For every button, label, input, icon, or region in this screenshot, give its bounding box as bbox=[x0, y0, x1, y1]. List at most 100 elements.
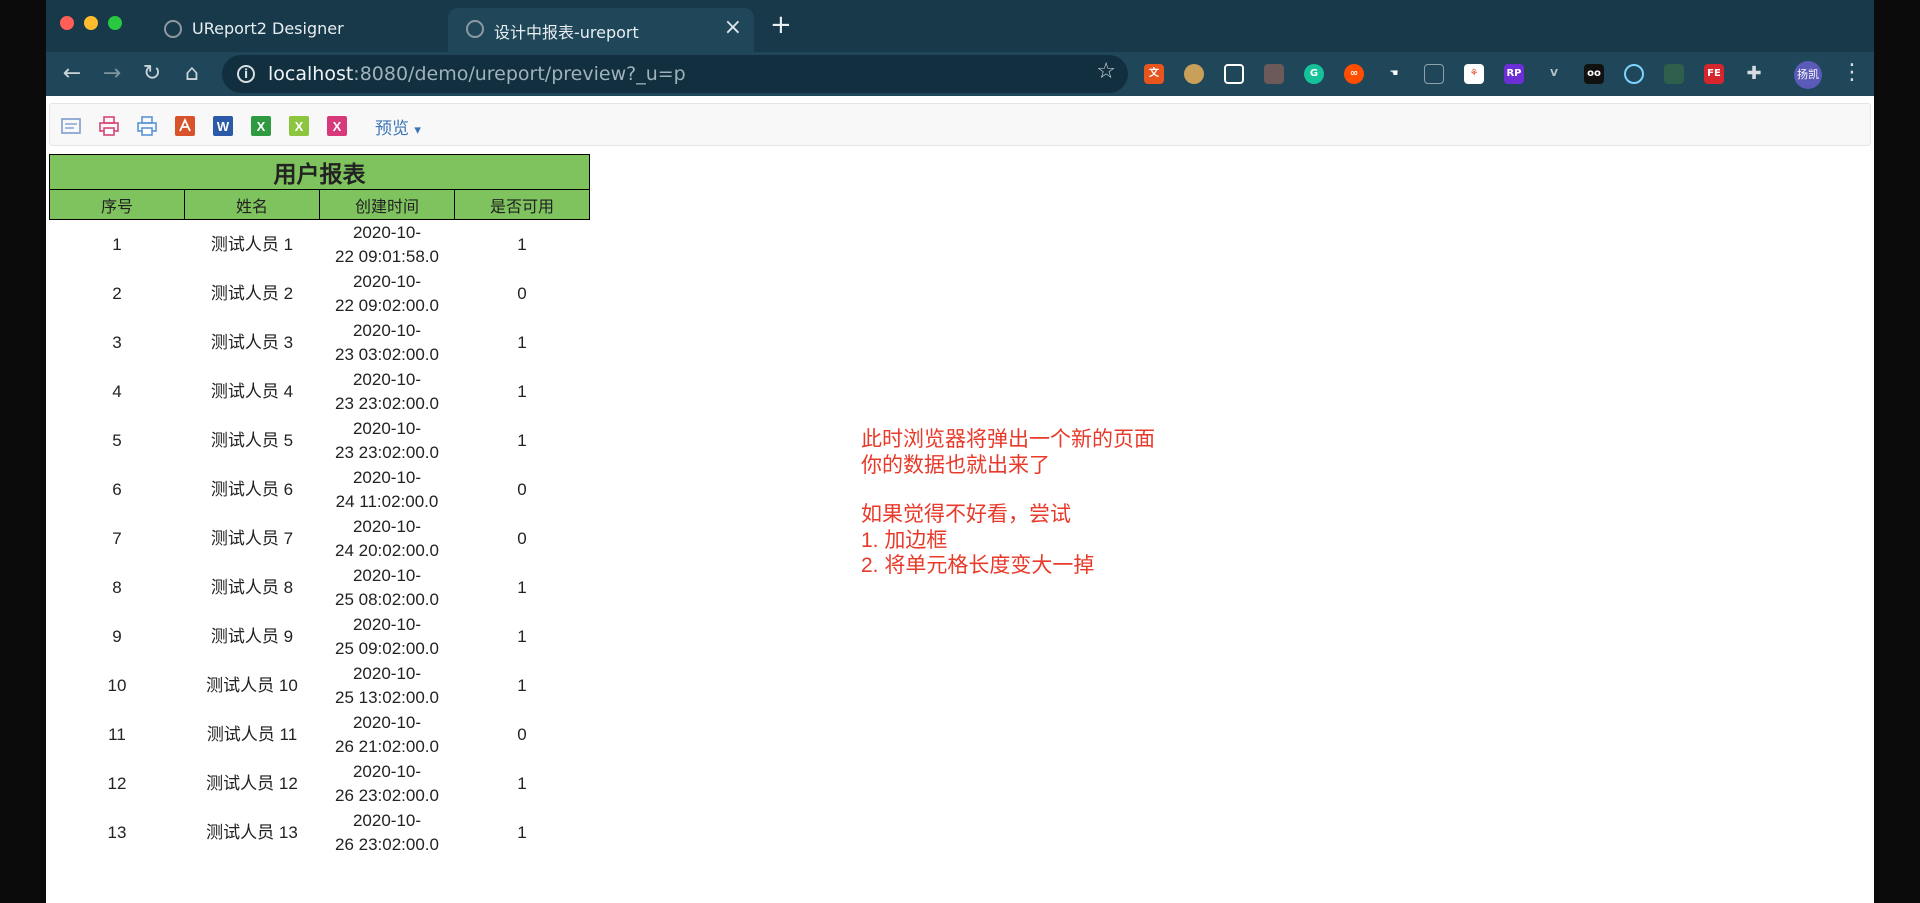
created-date: 2020-10- bbox=[352, 468, 422, 487]
cell-enabled: 0 bbox=[517, 529, 527, 548]
annotation-line: 1. 加边框 bbox=[861, 528, 948, 552]
svg-text:W: W bbox=[217, 119, 230, 134]
circle-extension-icon[interactable] bbox=[1624, 64, 1644, 84]
cell-id: 9 bbox=[112, 627, 122, 646]
reload-icon[interactable]: ↻ bbox=[138, 60, 166, 88]
rp-extension-icon[interactable]: RP bbox=[1504, 64, 1524, 84]
cell-created: 2020-10- 23 03:02:00.0 bbox=[320, 318, 455, 367]
report-toolbar: W X X X 预览 ▾ bbox=[49, 103, 1871, 146]
cell-created: 2020-10- 25 08:02:00.0 bbox=[320, 563, 455, 612]
cell-created: 2020-10- 25 13:02:00.0 bbox=[320, 661, 455, 710]
infinity-extension-icon[interactable]: ∞ bbox=[1344, 64, 1364, 84]
back-icon[interactable]: ← bbox=[58, 60, 86, 88]
diamond-extension-icon[interactable] bbox=[1224, 64, 1244, 84]
url-host: localhost bbox=[268, 63, 354, 85]
page-setup-icon[interactable] bbox=[60, 115, 82, 137]
excel-paging-export-icon[interactable]: X bbox=[288, 115, 310, 137]
cell-enabled: 1 bbox=[517, 578, 527, 597]
table-row: 2 测试人员 2 2020-10- 22 09:02:00.0 0 bbox=[50, 269, 590, 318]
cell-name: 测试人员 1 bbox=[210, 235, 294, 254]
created-time: 26 21:02:00.0 bbox=[335, 737, 439, 756]
home-icon[interactable]: ⌂ bbox=[178, 60, 206, 88]
cell-enabled: 0 bbox=[517, 480, 527, 499]
bookmark-star-icon[interactable]: ☆ bbox=[1096, 59, 1116, 84]
globe-icon bbox=[164, 20, 182, 38]
address-bar[interactable]: i localhost:8080/demo/ureport/preview?_u… bbox=[222, 55, 1128, 93]
created-date: 2020-10- bbox=[352, 762, 422, 781]
phone-extension-icon[interactable] bbox=[1664, 64, 1684, 84]
created-time: 25 13:02:00.0 bbox=[335, 688, 439, 707]
created-date: 2020-10- bbox=[352, 664, 422, 683]
profile-avatar[interactable]: 扬凯 bbox=[1794, 61, 1822, 89]
info-icon[interactable]: i bbox=[237, 65, 255, 83]
table-row: 13 测试人员 13 2020-10- 26 23:02:00.0 1 bbox=[50, 808, 590, 857]
close-window-button[interactable] bbox=[60, 16, 74, 30]
video-extension-icon[interactable] bbox=[1264, 64, 1284, 84]
created-date: 2020-10- bbox=[352, 419, 422, 438]
cell-name: 测试人员 3 bbox=[210, 333, 294, 352]
grammarly-extension-icon[interactable]: G bbox=[1304, 64, 1324, 84]
preview-dropdown[interactable]: 预览 ▾ bbox=[375, 114, 421, 139]
fe-extension-icon[interactable]: FE bbox=[1704, 64, 1724, 84]
cell-created: 2020-10- 23 23:02:00.0 bbox=[320, 416, 455, 465]
excel-sheet-export-icon[interactable]: X bbox=[326, 115, 348, 137]
cell-id: 10 bbox=[107, 676, 127, 695]
cell-id: 3 bbox=[112, 333, 122, 352]
cell-name: 测试人员 5 bbox=[210, 431, 294, 450]
tab-title: UReport2 Designer bbox=[192, 19, 344, 38]
created-time: 23 23:02:00.0 bbox=[335, 394, 439, 413]
cell-id: 5 bbox=[112, 431, 122, 450]
column-header-created: 创建时间 bbox=[319, 189, 455, 220]
created-time: 26 23:02:00.0 bbox=[335, 835, 439, 854]
cell-created: 2020-10- 23 23:02:00.0 bbox=[320, 367, 455, 416]
cell-created: 2020-10- 26 21:02:00.0 bbox=[320, 710, 455, 759]
browser-window: UReport2 Designer × 设计中报表-ureport × + ← … bbox=[46, 0, 1874, 903]
table-row: 3 测试人员 3 2020-10- 23 03:02:00.0 1 bbox=[50, 318, 590, 367]
cell-name: 测试人员 7 bbox=[210, 529, 294, 548]
qr-extension-icon[interactable] bbox=[1424, 64, 1444, 84]
url-text[interactable]: localhost:8080/demo/ureport/preview?_u=p bbox=[268, 63, 686, 85]
table-row: 8 测试人员 8 2020-10- 25 08:02:00.0 1 bbox=[50, 563, 590, 612]
menu-kebab-icon[interactable]: ⋮ bbox=[1841, 60, 1863, 85]
glasses-extension-icon[interactable]: oo bbox=[1584, 64, 1604, 84]
report-title: 用户报表 bbox=[49, 154, 590, 190]
forward-icon[interactable]: → bbox=[98, 60, 126, 88]
pdf-export-icon[interactable] bbox=[174, 115, 196, 137]
extensions-puzzle-icon[interactable]: ✚ bbox=[1744, 64, 1764, 84]
table-row: 4 测试人员 4 2020-10- 23 23:02:00.0 1 bbox=[50, 367, 590, 416]
globe-icon bbox=[466, 20, 484, 38]
hierarchy-extension-icon[interactable]: ⚘ bbox=[1464, 64, 1484, 84]
table-row: 6 测试人员 6 2020-10- 24 11:02:00.0 0 bbox=[50, 465, 590, 514]
cell-id: 11 bbox=[108, 725, 126, 744]
cookie-extension-icon[interactable] bbox=[1184, 64, 1204, 84]
tab-ureport-designer[interactable]: UReport2 Designer × bbox=[146, 8, 492, 52]
pdf-print-icon[interactable] bbox=[136, 115, 158, 137]
cell-name: 测试人员 8 bbox=[210, 578, 294, 597]
print-icon[interactable] bbox=[98, 115, 120, 137]
vue-extension-icon[interactable]: V bbox=[1544, 64, 1564, 84]
excel-export-icon[interactable]: X bbox=[250, 115, 272, 137]
hand-extension-icon[interactable]: ☚ bbox=[1384, 64, 1404, 84]
chevron-down-icon: ▾ bbox=[414, 123, 421, 138]
minimize-window-button[interactable] bbox=[84, 16, 98, 30]
translate-extension-icon[interactable]: 文 bbox=[1144, 64, 1164, 84]
created-time: 23 03:02:00.0 bbox=[335, 345, 439, 364]
cell-enabled: 1 bbox=[517, 431, 527, 450]
new-tab-button[interactable]: + bbox=[770, 10, 792, 40]
annotation-line: 2. 将单元格长度变大一掉 bbox=[861, 554, 1095, 577]
cell-enabled: 1 bbox=[517, 382, 527, 401]
cell-name: 测试人员 2 bbox=[210, 284, 294, 303]
created-date: 2020-10- bbox=[352, 566, 422, 585]
tab-report-preview[interactable]: 设计中报表-ureport × bbox=[448, 8, 754, 52]
zoom-window-button[interactable] bbox=[108, 16, 122, 30]
report-table: 用户报表 序号 姓名 创建时间 是否可用 1 测试人员 1 2020-10- 22 0… bbox=[49, 154, 590, 857]
close-tab-icon[interactable]: × bbox=[724, 15, 742, 40]
column-header-name: 姓名 bbox=[184, 189, 320, 220]
word-export-icon[interactable]: W bbox=[212, 115, 234, 137]
cell-name: 测试人员 12 bbox=[206, 774, 298, 793]
cell-id: 7 bbox=[112, 529, 122, 548]
svg-text:X: X bbox=[333, 119, 342, 134]
cell-name: 测试人员 4 bbox=[210, 382, 294, 401]
created-time: 23 23:02:00.0 bbox=[335, 443, 439, 462]
column-header-id: 序号 bbox=[49, 189, 185, 220]
